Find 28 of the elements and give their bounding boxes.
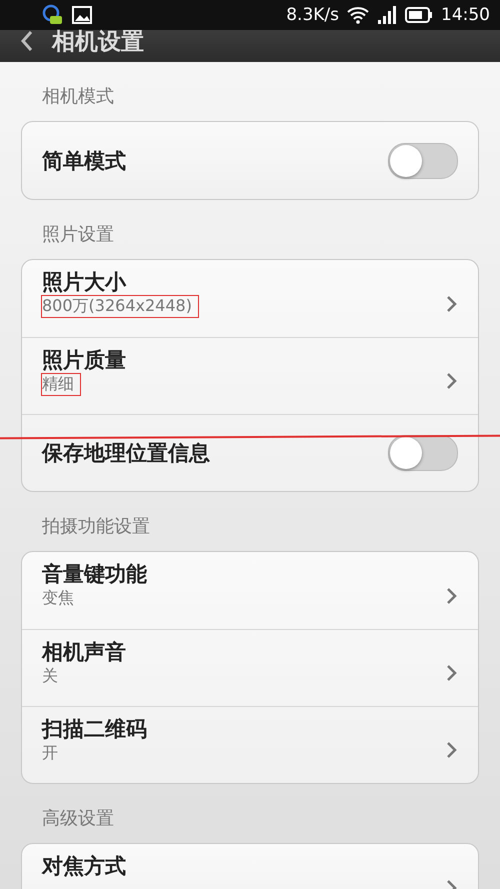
setting-label: 照片大小 xyxy=(42,270,128,294)
settings-item[interactable]: 照片大小 800万(3264x2448) xyxy=(22,260,478,337)
section-title: 相机模式 xyxy=(41,85,115,109)
section-title: 拍摄功能设置 xyxy=(41,515,151,539)
setting-value: 800万(3264x2448) xyxy=(42,296,198,317)
setting-label: 保存地理位置信息 xyxy=(42,441,211,465)
clock-time: 14:50 xyxy=(441,5,490,25)
page-title: 相机设置 xyxy=(52,28,144,56)
setting-value: 关 xyxy=(42,666,59,687)
network-speed: 8.3K/s xyxy=(286,5,339,25)
setting-value: 变焦 xyxy=(42,588,75,609)
section-title: 照片设置 xyxy=(41,223,115,247)
setting-label: 扫描二维码 xyxy=(42,717,148,741)
setting-label: 音量键功能 xyxy=(42,562,148,586)
setting-label: 对焦方式 xyxy=(42,854,127,878)
settings-item[interactable]: 简单模式 xyxy=(22,122,478,199)
settings-item[interactable]: 音量键功能 变焦 xyxy=(22,552,478,629)
settings-item[interactable]: 照片质量 精细 xyxy=(22,337,478,414)
settings-item[interactable]: 相机声音 关 xyxy=(22,629,478,706)
setting-value: 开 xyxy=(42,743,59,764)
setting-label: 简单模式 xyxy=(42,148,127,172)
section-title: 高级设置 xyxy=(41,807,115,831)
settings-item[interactable]: 对焦方式 xyxy=(22,844,478,889)
setting-value: 精细 xyxy=(42,374,80,395)
setting-label: 相机声音 xyxy=(42,640,127,664)
setting-label: 照片质量 xyxy=(42,348,127,372)
settings-item[interactable]: 保存地理位置信息 xyxy=(22,414,478,491)
settings-item[interactable]: 扫描二维码 开 xyxy=(22,706,478,783)
